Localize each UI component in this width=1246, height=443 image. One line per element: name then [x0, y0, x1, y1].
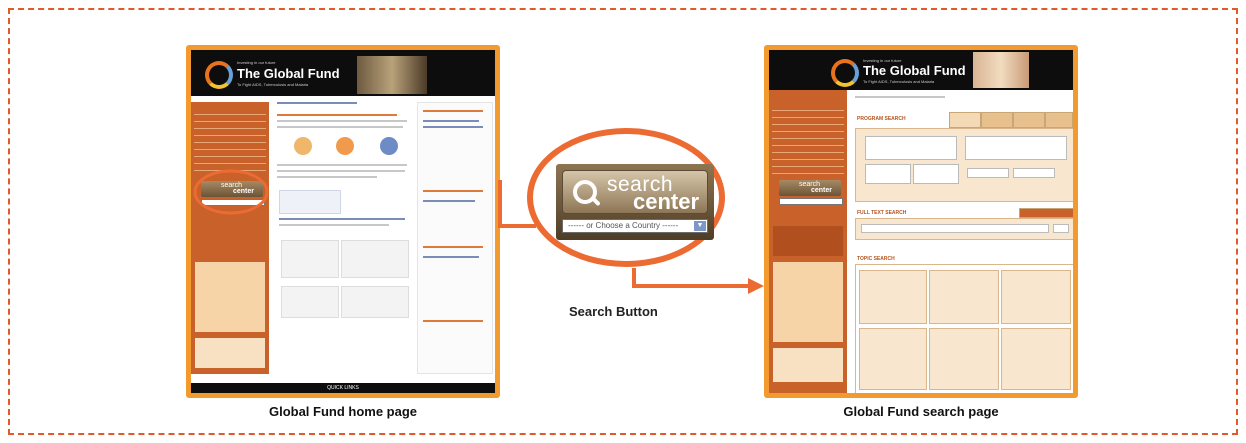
- sidebar-item[interactable]: [772, 167, 844, 174]
- sidebar-box: [773, 348, 843, 382]
- sidebar-item[interactable]: [772, 118, 844, 125]
- country-list[interactable]: [965, 136, 1067, 160]
- search-tab[interactable]: [981, 112, 1013, 128]
- search-button-label: Search Button: [569, 304, 658, 319]
- search-page-caption: Global Fund search page: [843, 404, 999, 419]
- sidebar-item[interactable]: [772, 160, 844, 167]
- content-line: [855, 96, 945, 98]
- header-photo: [973, 52, 1029, 88]
- donate-box[interactable]: [773, 226, 843, 256]
- sidebar-item[interactable]: [772, 132, 844, 139]
- program-search-heading: PROGRAM SEARCH: [857, 116, 906, 122]
- center-word: center: [811, 187, 833, 194]
- topic-tile[interactable]: [859, 270, 927, 324]
- chevron-down-icon[interactable]: ▼: [694, 221, 706, 231]
- search-tab[interactable]: [949, 112, 981, 128]
- search-center-button[interactable]: search center: [562, 170, 708, 214]
- sidebar-item[interactable]: [772, 146, 844, 153]
- full-text-input[interactable]: [861, 224, 1049, 233]
- logo-subtitle: To Fight AIDS, Tuberculosis and Malaria: [863, 79, 935, 84]
- country-select-text: ------ or Choose a Country ------: [568, 221, 679, 230]
- filter-list[interactable]: [865, 164, 911, 184]
- topic-tile[interactable]: [859, 328, 927, 390]
- search-page-country-dropdown[interactable]: [779, 198, 843, 205]
- logo-title: The Global Fund: [863, 63, 966, 78]
- filter-list[interactable]: [913, 164, 959, 184]
- search-programs-button[interactable]: [967, 168, 1009, 178]
- full-text-go-button[interactable]: [1053, 224, 1069, 233]
- full-text-search-heading: FULL TEXT SEARCH: [857, 210, 907, 216]
- search-header: Investing in our future The Global Fund …: [769, 50, 1073, 90]
- global-fund-logo-icon: [831, 59, 859, 87]
- country-select[interactable]: ------ or Choose a Country ------ ▼: [562, 219, 708, 233]
- topic-tile[interactable]: [929, 328, 999, 390]
- magnifier-handle: [590, 195, 601, 207]
- topic-tile[interactable]: [1001, 328, 1071, 390]
- search-tab[interactable]: [1045, 112, 1073, 128]
- region-list[interactable]: [865, 136, 957, 160]
- search-page-search-center-button[interactable]: search center: [779, 180, 841, 196]
- topic-search-heading: TOPIC SEARCH: [857, 256, 895, 262]
- search-tab[interactable]: [1013, 112, 1045, 128]
- center-word: center: [633, 189, 700, 214]
- topic-tile[interactable]: [1001, 270, 1071, 324]
- sidebar-item[interactable]: [772, 125, 844, 132]
- advanced-search-tab[interactable]: [1019, 208, 1073, 218]
- sidebar-item[interactable]: [772, 139, 844, 146]
- zoomed-search-widget: search center ------ or Choose a Country…: [556, 164, 714, 240]
- sidebar-item[interactable]: [772, 104, 844, 111]
- sidebar-box: [773, 262, 843, 342]
- search-page-screenshot: Investing in our future The Global Fund …: [764, 45, 1078, 398]
- search-sidebar: [769, 90, 847, 393]
- sidebar-item[interactable]: [772, 111, 844, 118]
- clear-selection-button[interactable]: [1013, 168, 1055, 178]
- sidebar-item[interactable]: [772, 153, 844, 160]
- topic-tile[interactable]: [929, 270, 999, 324]
